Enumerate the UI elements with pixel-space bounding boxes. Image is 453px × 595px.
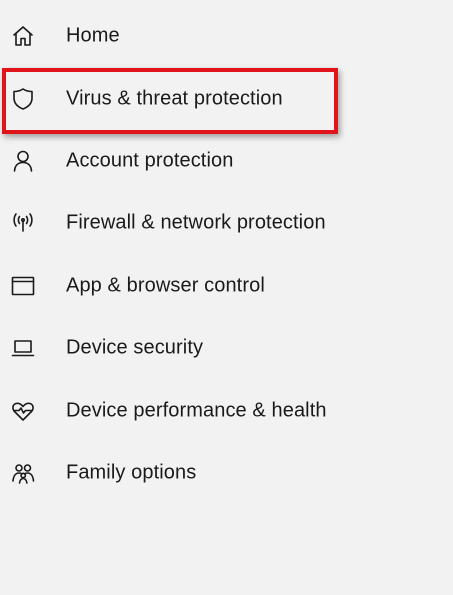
- security-sidebar-nav: Home Virus & threat protection Account p…: [0, 0, 453, 595]
- family-icon: [10, 460, 36, 486]
- sidebar-item-device-performance-health[interactable]: Device performance & health: [0, 386, 453, 436]
- sidebar-item-label: Account protection: [66, 149, 234, 172]
- sidebar-item-family-options[interactable]: Family options: [0, 448, 453, 498]
- sidebar-item-virus-threat-protection[interactable]: Virus & threat protection: [0, 74, 453, 124]
- home-icon: [10, 23, 36, 49]
- sidebar-item-label: App & browser control: [66, 274, 265, 297]
- wireless-antenna-icon: [10, 210, 36, 236]
- sidebar-item-label: Firewall & network protection: [66, 211, 326, 234]
- sidebar-item-device-security[interactable]: Device security: [0, 323, 453, 373]
- sidebar-item-firewall-network-protection[interactable]: Firewall & network protection: [0, 198, 453, 248]
- heart-pulse-icon: [10, 398, 36, 424]
- sidebar-item-label: Family options: [66, 461, 197, 484]
- sidebar-item-label: Device performance & health: [66, 399, 327, 422]
- person-icon: [10, 148, 36, 174]
- sidebar-item-app-browser-control[interactable]: App & browser control: [0, 261, 453, 311]
- sidebar-item-label: Virus & threat protection: [66, 87, 283, 110]
- shield-icon: [10, 86, 36, 112]
- app-window-icon: [10, 273, 36, 299]
- sidebar-item-label: Device security: [66, 336, 204, 359]
- sidebar-item-account-protection[interactable]: Account protection: [0, 136, 453, 186]
- sidebar-item-home[interactable]: Home: [0, 11, 453, 61]
- laptop-icon: [10, 335, 36, 361]
- sidebar-item-label: Home: [66, 24, 120, 47]
